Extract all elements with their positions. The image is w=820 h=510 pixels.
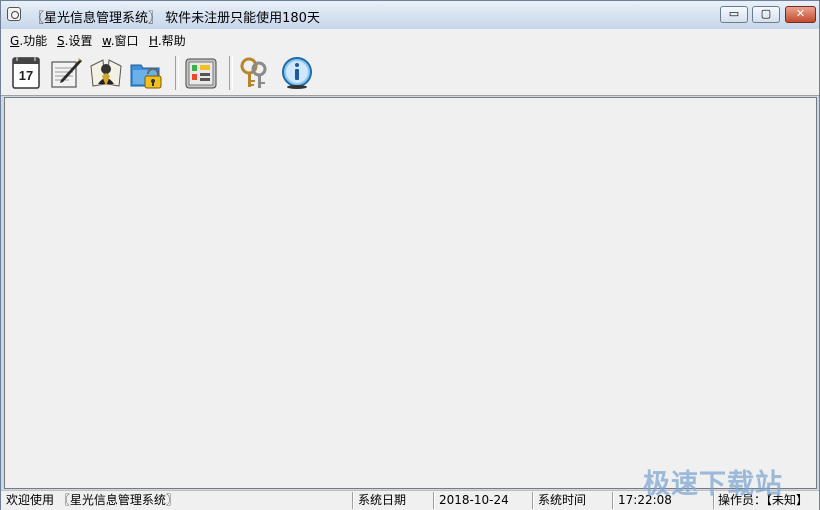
workspace-area [4,97,817,489]
site-watermark: 极速下载站 [643,469,783,500]
keys-button[interactable] [238,56,272,90]
status-welcome: 欢迎使用 〖星光信息管理系统〗 [6,493,178,507]
info-icon [282,57,312,89]
menu-help-label: .帮助 [157,34,186,48]
menu-function[interactable]: G.功能 [10,32,47,49]
notepad-pen-icon [51,58,82,88]
main-window: 〖星光信息管理系统〗 软件未注册只能使用180天 ▭ ▢ ✕ G.功能 S.设置… [0,0,820,510]
menu-function-key: G [10,34,20,48]
calendar-icon: 17 [12,57,40,89]
window-title: 〖星光信息管理系统〗 软件未注册只能使用180天 [31,11,320,26]
status-divider [612,492,614,509]
title-bar[interactable]: 〖星光信息管理系统〗 软件未注册只能使用180天 ▭ ▢ ✕ [1,1,819,29]
menu-settings-key: S [57,34,65,48]
menu-help-key: H [149,34,158,48]
menu-settings-label: .设置 [64,34,93,48]
contacts-button[interactable] [89,56,123,90]
menu-function-label: .功能 [19,34,48,48]
menu-help[interactable]: H.帮助 [149,32,186,49]
status-divider [433,492,435,509]
settings-panel-icon [185,58,217,89]
toolbar-separator [175,56,179,90]
status-date-value: 2018-10-24 [439,493,509,507]
menu-window-label: .窗口 [110,34,139,48]
status-date-label: 系统日期 [358,493,407,507]
menu-settings[interactable]: S.设置 [57,32,92,49]
menu-window[interactable]: w.窗口 [102,32,139,49]
status-time-label: 系统时间 [538,493,587,507]
calendar-button[interactable]: 17 [9,56,43,90]
keys-icon [240,57,267,88]
address-book-icon [90,59,122,87]
toolbar: 17 [1,50,819,96]
notepad-button[interactable] [49,56,83,90]
settings-button[interactable] [184,56,218,90]
minimize-button[interactable]: ▭ [720,6,748,23]
lock-folder-button[interactable] [129,56,163,90]
app-icon[interactable] [7,7,21,21]
status-divider [532,492,534,509]
info-button[interactable] [280,56,314,90]
close-button[interactable]: ✕ [785,6,816,23]
menu-bar: G.功能 S.设置 w.窗口 H.帮助 [1,29,819,50]
maximize-button[interactable]: ▢ [752,6,780,23]
menu-window-key: w [102,34,111,48]
status-divider [352,492,354,509]
calendar-day: 17 [19,68,33,83]
toolbar-separator [229,56,233,90]
lock-folder-icon [130,64,162,89]
